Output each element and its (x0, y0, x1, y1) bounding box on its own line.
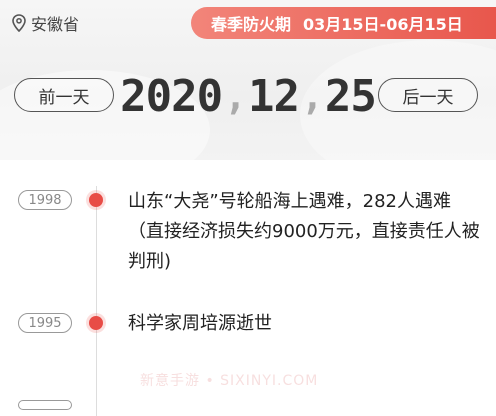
timeline-line (96, 186, 97, 416)
location-label: 安徽省 (31, 15, 80, 34)
date-separator: , (300, 74, 324, 118)
date-day: 25 (324, 70, 377, 122)
fire-season-banner: 春季防火期 03月15日-06月15日 (191, 7, 496, 39)
season-name: 春季防火期 (211, 15, 292, 34)
location-pin-icon (12, 14, 26, 32)
date-separator: , (224, 74, 247, 118)
history-timeline: 1998 山东“大尧”号轮船海上遇难，282人遇难（直接经济损失约9000万元，… (0, 160, 496, 416)
current-date: 2020 , 12 , 25 (120, 68, 377, 124)
date-navigator: 前一天 2020 , 12 , 25 后一天 (0, 68, 496, 124)
location-selector[interactable]: 安徽省 (12, 11, 79, 35)
date-year: 2020 (120, 70, 223, 122)
next-day-button[interactable]: 后一天 (378, 78, 478, 112)
timeline-dot (89, 316, 103, 330)
event-text: 山东“大尧”号轮船海上遇难，282人遇难（直接经济损失约9000万元，直接责任人… (128, 191, 480, 272)
header: 安徽省 春季防火期 03月15日-06月15日 前一天 2020 , 12 , … (0, 0, 496, 160)
event-text: 科学家周培源逝世 (128, 313, 272, 334)
previous-day-button[interactable]: 前一天 (14, 78, 114, 112)
watermark: 新意手游 • SIXINYI.COM (140, 373, 319, 389)
event-year-badge: 1998 (18, 190, 72, 210)
event-year-badge (18, 400, 72, 410)
season-range: 03月15日-06月15日 (303, 15, 463, 34)
timeline-dot (89, 193, 103, 207)
date-month: 12 (248, 70, 300, 122)
event-year-badge: 1995 (18, 313, 72, 333)
